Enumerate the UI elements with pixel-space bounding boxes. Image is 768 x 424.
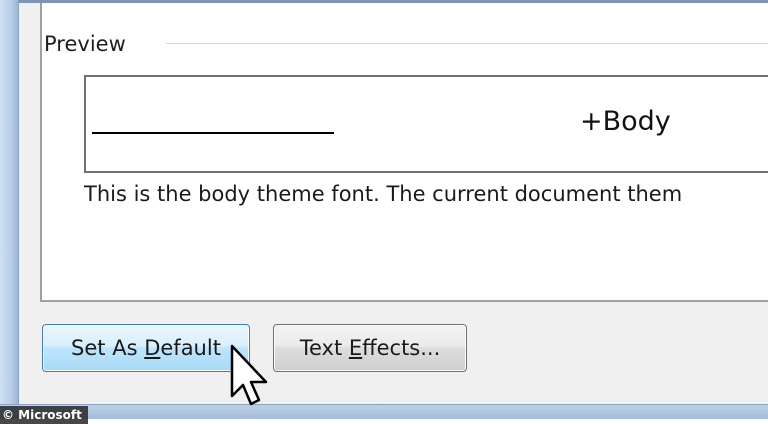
set-as-default-label-after: efault — [160, 336, 221, 360]
window-frame-bottom — [0, 404, 768, 419]
preview-group-line — [166, 43, 768, 44]
text-effects-mnemonic: E — [348, 336, 363, 360]
preview-group-label: Preview — [42, 32, 128, 56]
text-effects-label-before: Text — [299, 336, 349, 360]
text-effects-button[interactable]: Text Effects... — [273, 324, 467, 372]
set-as-default-button[interactable]: Set As Default — [42, 324, 250, 372]
set-as-default-label-before: Set As — [71, 336, 145, 360]
font-description: This is the body theme font. The current… — [84, 182, 683, 206]
preview-sample-text: +Body — [580, 106, 671, 137]
copyright-watermark: © Microsoft — [0, 406, 88, 424]
text-effects-label-after: ffects... — [362, 336, 441, 360]
font-dialog-window: Preview +Body This is the body theme fon… — [0, 0, 768, 424]
preview-underline — [92, 132, 334, 134]
mouse-cursor-icon — [230, 344, 268, 406]
set-as-default-mnemonic: D — [144, 336, 161, 360]
window-frame-left — [0, 0, 19, 410]
